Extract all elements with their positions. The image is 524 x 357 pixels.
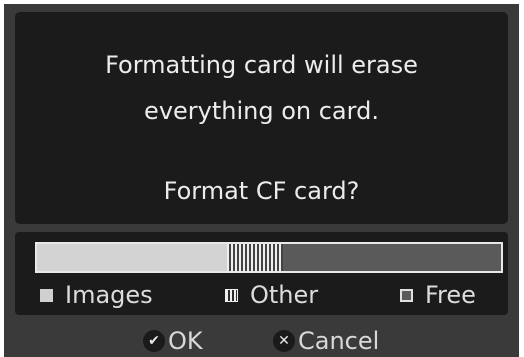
usage-bar-other-segment	[227, 244, 283, 271]
free-swatch-icon	[400, 288, 413, 302]
legend-other-label: Other	[250, 281, 319, 309]
message-line-1: Formatting card will erase	[105, 51, 418, 79]
check-icon: ✔	[143, 330, 165, 352]
card-usage-panel: Images Other Free	[15, 232, 508, 315]
other-swatch-icon	[225, 288, 238, 302]
card-usage-bar	[35, 242, 503, 273]
legend-free: Free	[400, 280, 476, 310]
message-line-2: everything on card.	[144, 97, 379, 125]
ok-button[interactable]: ✔ OK	[143, 325, 203, 357]
cancel-button[interactable]: ✕ Cancel	[273, 325, 379, 357]
cancel-label: Cancel	[298, 327, 380, 355]
legend-free-label: Free	[425, 281, 476, 309]
format-question: Format CF card?	[163, 177, 360, 205]
ok-label: OK	[168, 327, 203, 355]
close-icon: ✕	[273, 330, 295, 352]
images-swatch-icon	[40, 288, 53, 302]
legend-other: Other	[225, 280, 318, 310]
format-card-screen: Formatting card will erase everything on…	[4, 4, 519, 357]
legend-images-label: Images	[65, 281, 153, 309]
usage-bar-images-segment	[37, 244, 228, 271]
legend-images: Images	[40, 280, 153, 310]
confirmation-message-panel: Formatting card will erase everything on…	[15, 12, 508, 224]
